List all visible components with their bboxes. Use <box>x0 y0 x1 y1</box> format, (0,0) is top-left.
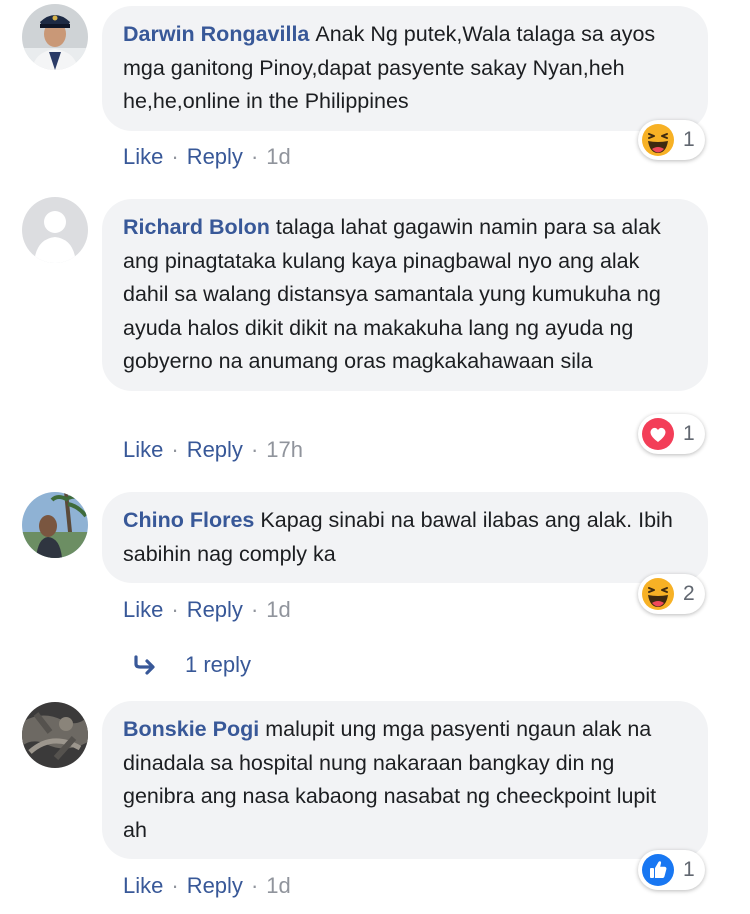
love-reaction-icon <box>641 417 675 451</box>
comment-author[interactable]: Darwin Rongavilla <box>123 22 309 46</box>
reaction-count: 2 <box>683 582 695 605</box>
comment-timestamp[interactable]: 1d <box>266 873 290 898</box>
comment-timestamp[interactable]: 1d <box>266 597 290 622</box>
reaction-count: 1 <box>683 128 695 151</box>
reply-arrow-icon <box>134 655 155 675</box>
comment-timestamp[interactable]: 17h <box>266 437 303 462</box>
like-link[interactable]: Like <box>123 437 163 462</box>
comment-bubble: Bonskie Pogi malupit ung mga pasyenti nga… <box>102 701 708 859</box>
haha-reaction-icon <box>641 577 675 611</box>
comment-actions: Like · Reply · 1d <box>123 873 291 899</box>
comment-actions: Like · Reply · 1d <box>123 597 291 623</box>
reaction-summary[interactable]: 1 <box>638 414 705 454</box>
separator-dot: · <box>250 437 259 462</box>
comment-bubble: Richard Bolon talaga lahat gagawin namin … <box>102 199 708 391</box>
reaction-count: 1 <box>683 858 695 881</box>
avatar[interactable] <box>22 4 88 70</box>
like-link[interactable]: Like <box>123 597 163 622</box>
reaction-count: 1 <box>683 422 695 445</box>
separator-dot: · <box>250 597 259 622</box>
comment-author[interactable]: Richard Bolon <box>123 215 270 239</box>
replies-count-label: 1 reply <box>185 652 252 677</box>
separator-dot: · <box>250 873 259 898</box>
avatar[interactable] <box>22 492 88 558</box>
reaction-summary[interactable]: 1 <box>638 850 705 890</box>
reaction-summary[interactable]: 1 <box>638 120 705 160</box>
like-link[interactable]: Like <box>123 873 163 898</box>
comment-author[interactable]: Bonskie Pogi <box>123 717 259 741</box>
separator-dot: · <box>171 437 179 462</box>
comment-timestamp[interactable]: 1d <box>266 144 290 169</box>
comment-actions: Like · Reply · 1d <box>123 144 291 170</box>
separator-dot: · <box>171 144 179 169</box>
avatar[interactable] <box>22 702 88 768</box>
view-replies-link[interactable]: 1 reply <box>133 652 251 678</box>
comment-author[interactable]: Chino Flores <box>123 508 254 532</box>
reply-link[interactable]: Reply <box>187 873 243 898</box>
comment-bubble: Darwin Rongavilla Anak Ng putek,Wala tala… <box>102 6 708 131</box>
separator-dot: · <box>250 144 259 169</box>
reply-link[interactable]: Reply <box>187 597 243 622</box>
like-link[interactable]: Like <box>123 144 163 169</box>
reaction-summary[interactable]: 2 <box>638 574 705 614</box>
reply-link[interactable]: Reply <box>187 437 243 462</box>
haha-reaction-icon <box>641 123 675 157</box>
avatar[interactable] <box>22 197 88 263</box>
separator-dot: · <box>171 873 179 898</box>
comment-actions: Like · Reply · 17h <box>123 437 303 463</box>
like-reaction-icon <box>641 853 675 887</box>
separator-dot: · <box>171 597 179 622</box>
comment-bubble: Chino Flores Kapag sinabi na bawal ilabas… <box>102 492 708 583</box>
reply-link[interactable]: Reply <box>187 144 243 169</box>
